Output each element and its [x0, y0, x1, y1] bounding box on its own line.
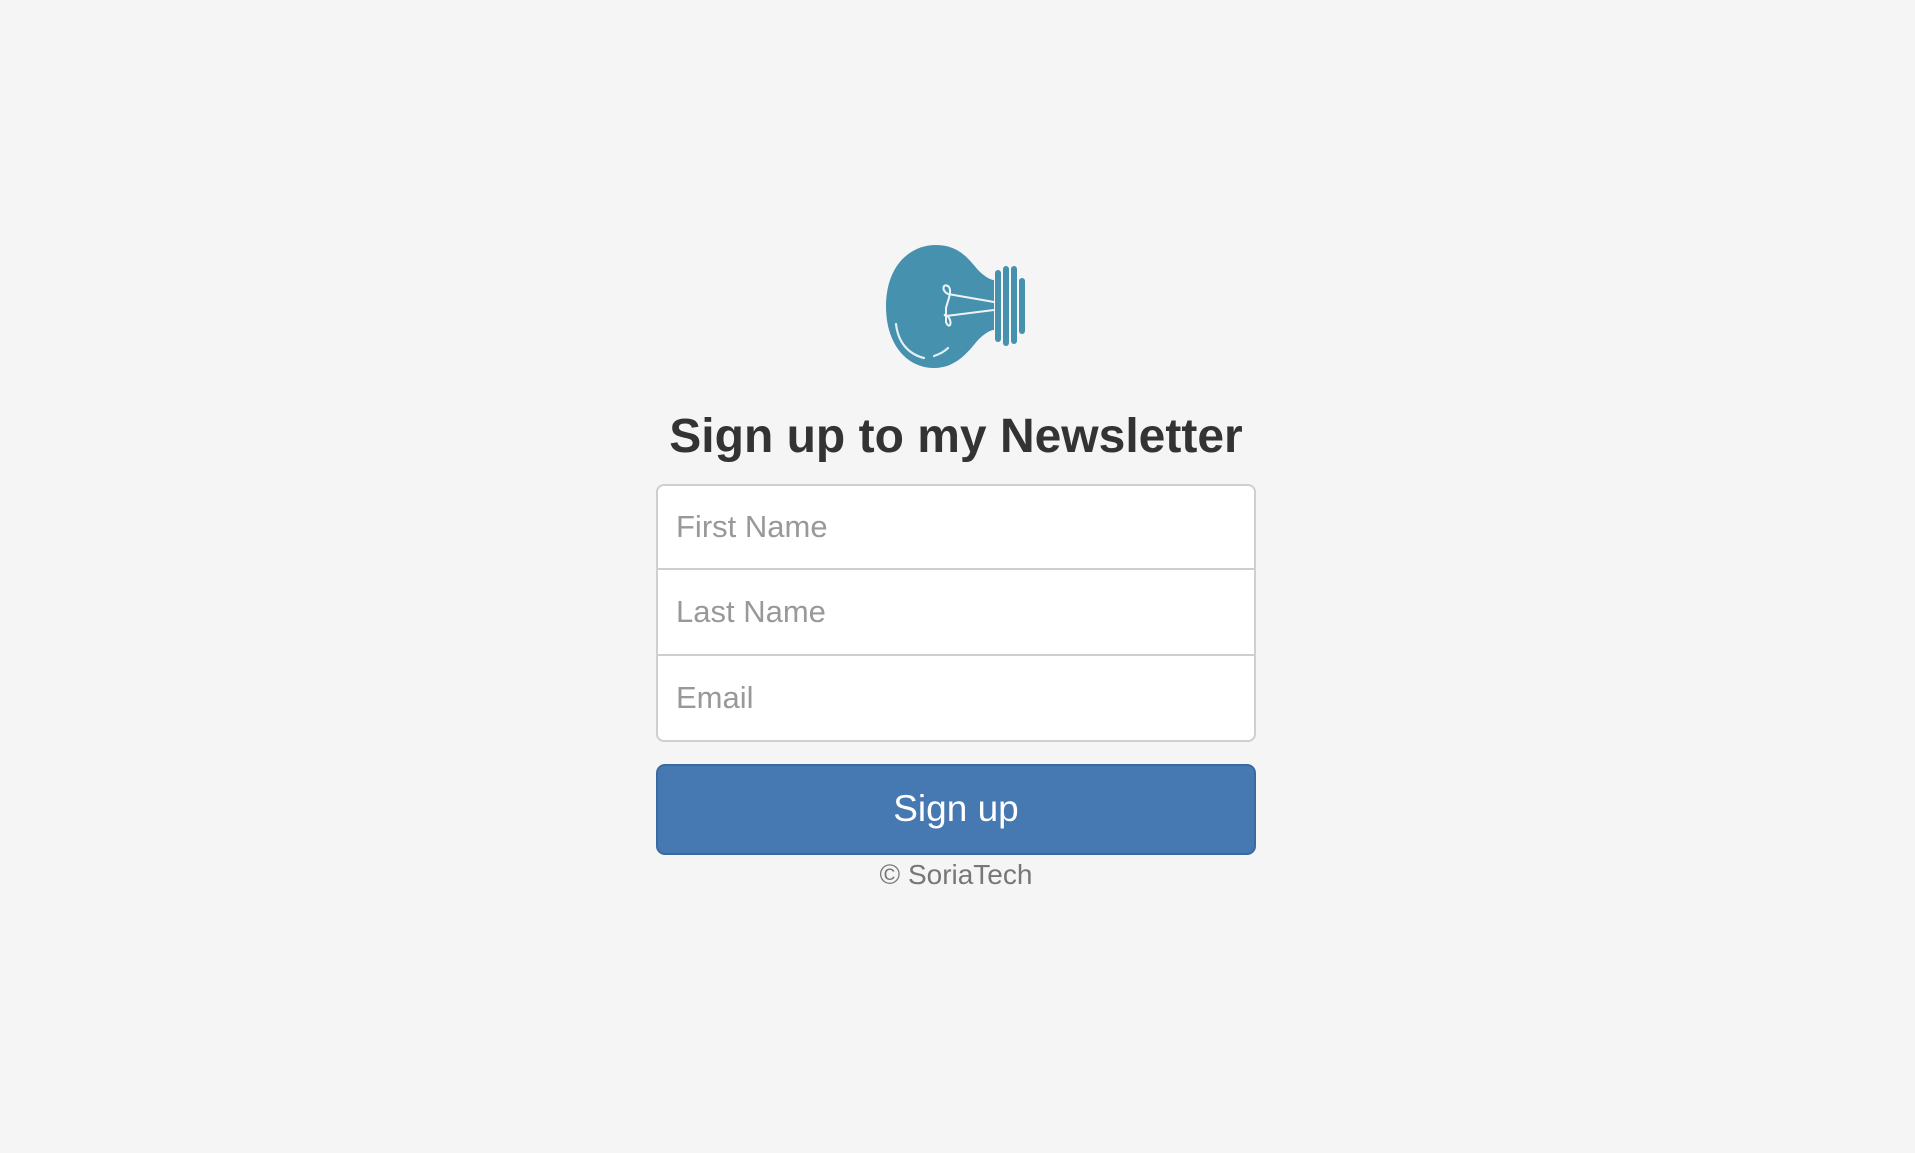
copyright-footer: © SoriaTech	[879, 858, 1033, 890]
page: Sign up to my Newsletter Sign up © Soria…	[0, 0, 1915, 1153]
first-name-input[interactable]	[656, 483, 1256, 570]
lightbulb-icon	[886, 245, 1025, 368]
sign-up-button[interactable]: Sign up	[656, 763, 1256, 855]
newsletter-signup-form: Sign up to my Newsletter Sign up © Soria…	[656, 244, 1256, 919]
email-input[interactable]	[656, 655, 1256, 742]
input-group	[656, 483, 1256, 742]
page-title: Sign up to my Newsletter	[669, 410, 1243, 463]
last-name-input[interactable]	[656, 569, 1256, 656]
